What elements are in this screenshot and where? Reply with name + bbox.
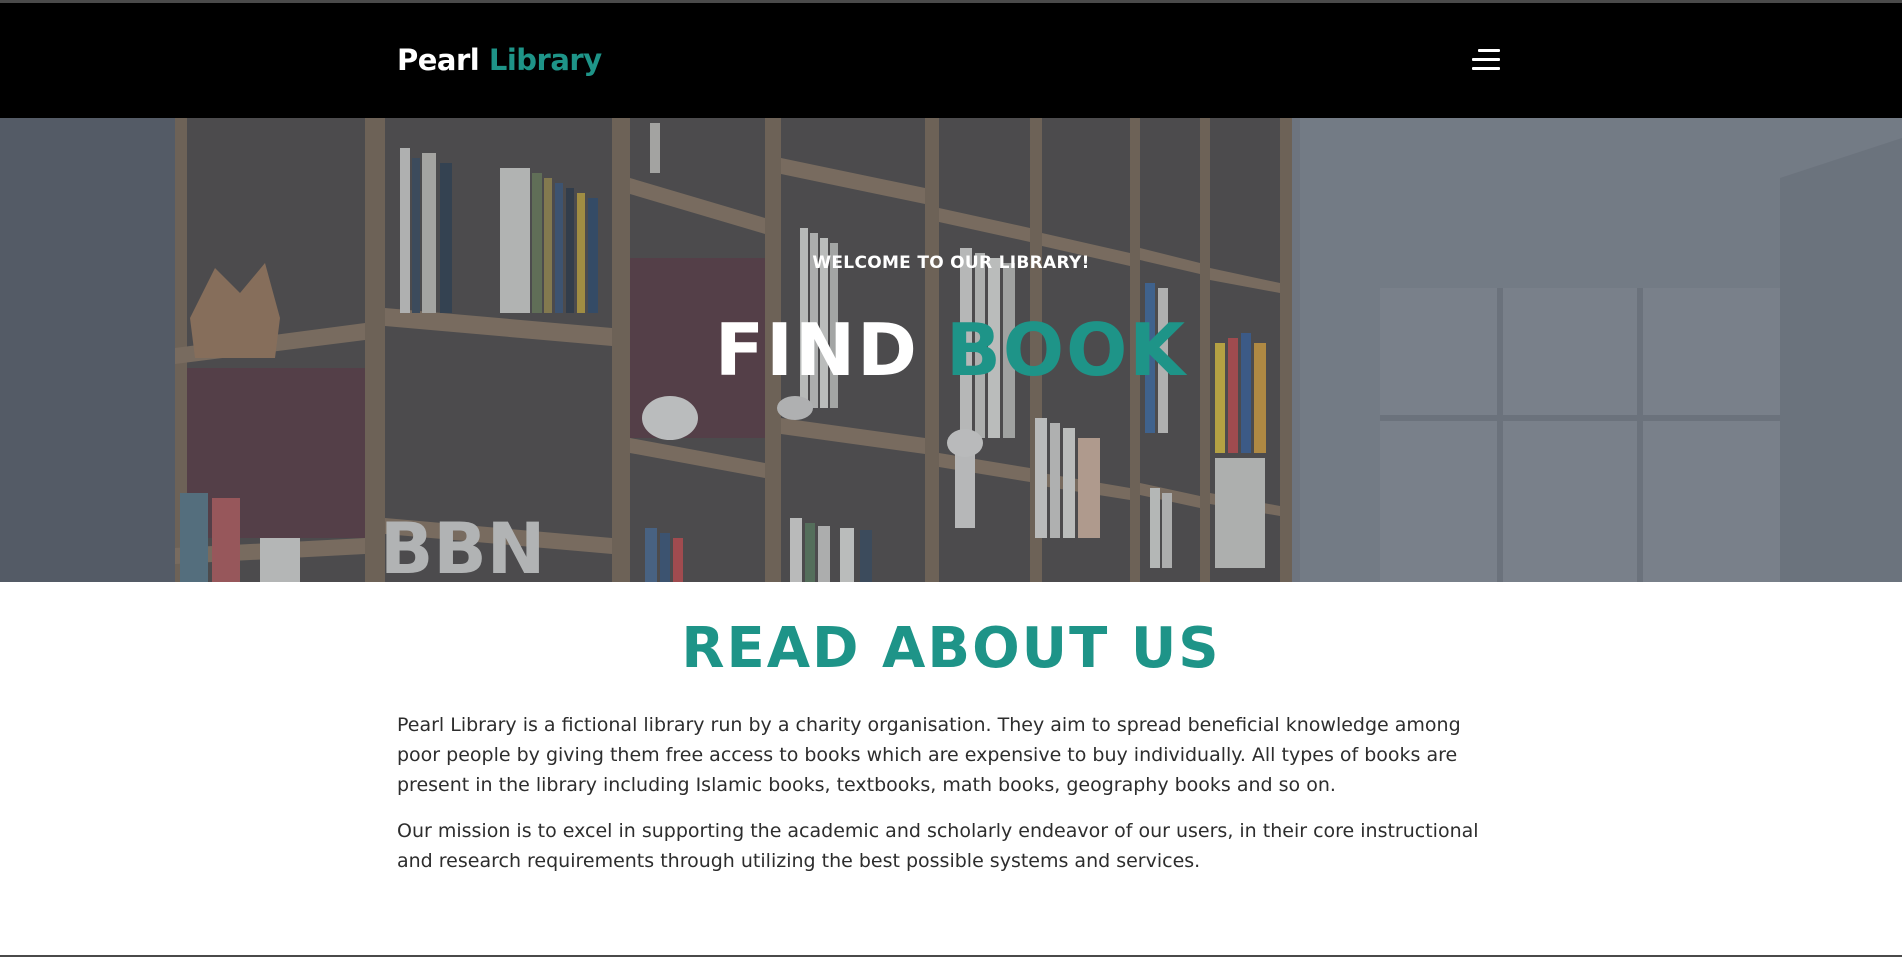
about-heading: READ ABOUT US xyxy=(681,616,1221,681)
hamburger-menu-icon[interactable] xyxy=(1470,45,1510,75)
hero-banner: BBN WELCOME TO OUR LIBRARY! FIND BOOK xyxy=(0,118,1902,582)
hero-subtitle: WELCOME TO OUR LIBRARY! xyxy=(812,253,1090,273)
brand-logo[interactable]: Pearl Library xyxy=(397,43,602,77)
brand-name-main: Pearl xyxy=(397,43,480,77)
hero-title-accent: BOOK xyxy=(945,308,1188,392)
navbar: Pearl Library xyxy=(0,3,1902,118)
hero-title: FIND BOOK xyxy=(0,308,1902,392)
about-paragraph-2: Our mission is to excel in supporting th… xyxy=(397,820,1479,872)
about-paragraph-1: Pearl Library is a fictional library run… xyxy=(397,714,1461,796)
hero-title-main: FIND xyxy=(714,308,919,392)
brand-name-accent: Library xyxy=(488,43,602,77)
